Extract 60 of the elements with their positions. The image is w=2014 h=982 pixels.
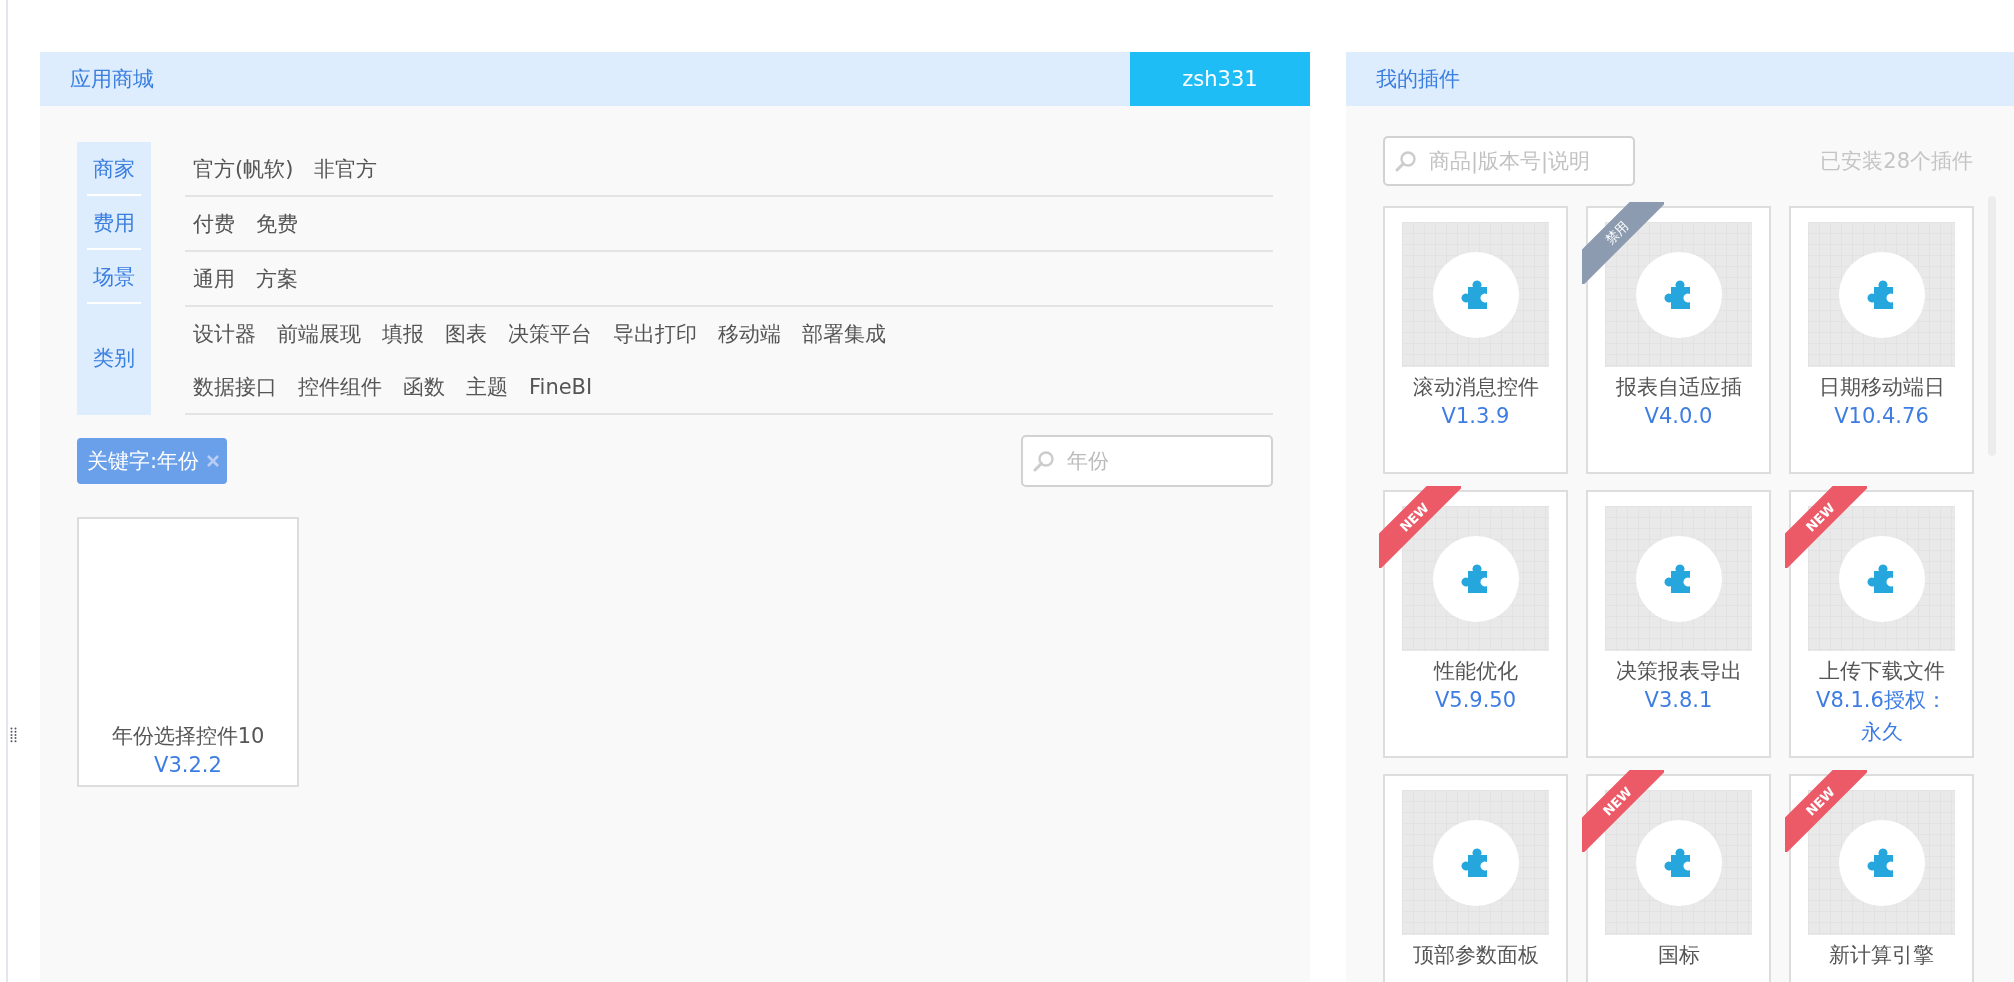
filter-option[interactable]: 官方(帆软) xyxy=(193,154,294,183)
filter-option[interactable]: 设计器 xyxy=(193,319,256,348)
plugin-name: 国标 xyxy=(1657,942,1700,969)
filter-option[interactable]: 图表 xyxy=(445,319,487,348)
plugin-name: 滚动消息控件 xyxy=(1412,374,1539,401)
search-field[interactable]: 商品|版本号|说明 xyxy=(1383,136,1635,186)
plugin-version: V4.0.0 xyxy=(1644,403,1713,430)
filter-option[interactable]: 主题 xyxy=(466,372,508,401)
puzzle-piece-icon xyxy=(1838,819,1925,906)
plugin-name: 决策报表导出 xyxy=(1615,658,1742,685)
plugin-card[interactable]: 滚动消息控件 V1.3.9 xyxy=(1383,206,1568,474)
drag-handle-icon[interactable] xyxy=(10,727,18,743)
keyword-label: 关键字:年份 xyxy=(87,448,200,475)
puzzle-piece-icon xyxy=(1838,251,1925,338)
filter-label: 场景 xyxy=(93,264,135,291)
filter-label: 费用 xyxy=(93,210,135,237)
plugin-version: V5.9.50 xyxy=(1434,687,1517,714)
filter-label: 商家 xyxy=(93,156,135,183)
puzzle-piece-icon xyxy=(1838,535,1925,622)
filter-option[interactable]: 控件组件 xyxy=(298,372,382,401)
puzzle-piece-icon xyxy=(1432,819,1519,906)
filter-option[interactable]: 前端展现 xyxy=(277,319,361,348)
filter-option[interactable]: 非官方 xyxy=(314,154,378,183)
plugin-version: V3.2.2 xyxy=(154,751,222,779)
filter-option[interactable]: 填报 xyxy=(382,319,424,348)
plugin-name: 顶部参数面板 xyxy=(1412,942,1539,969)
plugin-card[interactable]: 顶部参数面板 xyxy=(1383,774,1568,982)
filter-option[interactable]: 导出打印 xyxy=(613,319,697,348)
filter-option[interactable]: FineBI xyxy=(529,374,593,399)
panel-title: 应用商城 xyxy=(69,66,154,93)
plugin-name: 年份选择控件10 xyxy=(111,722,265,750)
filter-option[interactable]: 部署集成 xyxy=(802,319,886,348)
plugin-card[interactable]: 决策报表导出 V3.8.1 xyxy=(1586,490,1771,758)
filter-option[interactable]: 付费 xyxy=(193,209,235,238)
filter-option[interactable]: 方案 xyxy=(256,264,298,293)
filter-option[interactable]: 函数 xyxy=(403,372,445,401)
plugin-card[interactable]: 日期移动端日 V10.4.76 xyxy=(1789,206,1974,474)
plugin-version: V10.4.76 xyxy=(1834,403,1929,430)
plugin-version: V3.8.1 xyxy=(1644,687,1713,714)
panel-title: 我的插件 xyxy=(1375,66,1460,93)
filter-option[interactable]: 免费 xyxy=(256,209,298,238)
puzzle-piece-icon xyxy=(1635,819,1722,906)
filter-label: 类别 xyxy=(93,345,135,372)
filter-option[interactable]: 移动端 xyxy=(718,319,781,348)
plugin-name: 新计算引擎 xyxy=(1829,942,1934,969)
puzzle-piece-icon xyxy=(1635,251,1722,338)
puzzle-piece-icon xyxy=(1432,535,1519,622)
plugin-version: V1.3.9 xyxy=(1441,403,1510,430)
plugin-card[interactable]: 年份选择控件10 V3.2.2 xyxy=(77,517,299,787)
puzzle-piece-icon xyxy=(1635,535,1722,622)
filter-option[interactable]: 数据接口 xyxy=(193,372,277,401)
close-icon[interactable] xyxy=(207,455,220,467)
puzzle-piece-icon xyxy=(1432,251,1519,338)
plugin-name: 性能优化 xyxy=(1433,658,1518,685)
plugin-name: 报表自适应插 xyxy=(1615,374,1742,401)
filter-option[interactable]: 通用 xyxy=(193,264,235,293)
filter-option[interactable]: 决策平台 xyxy=(508,319,592,348)
plugin-name: 上传下载文件 xyxy=(1818,658,1945,685)
plugin-name: 日期移动端日 xyxy=(1818,374,1945,401)
plugin-version: V8.1.6授权：永久 xyxy=(1815,687,1948,746)
